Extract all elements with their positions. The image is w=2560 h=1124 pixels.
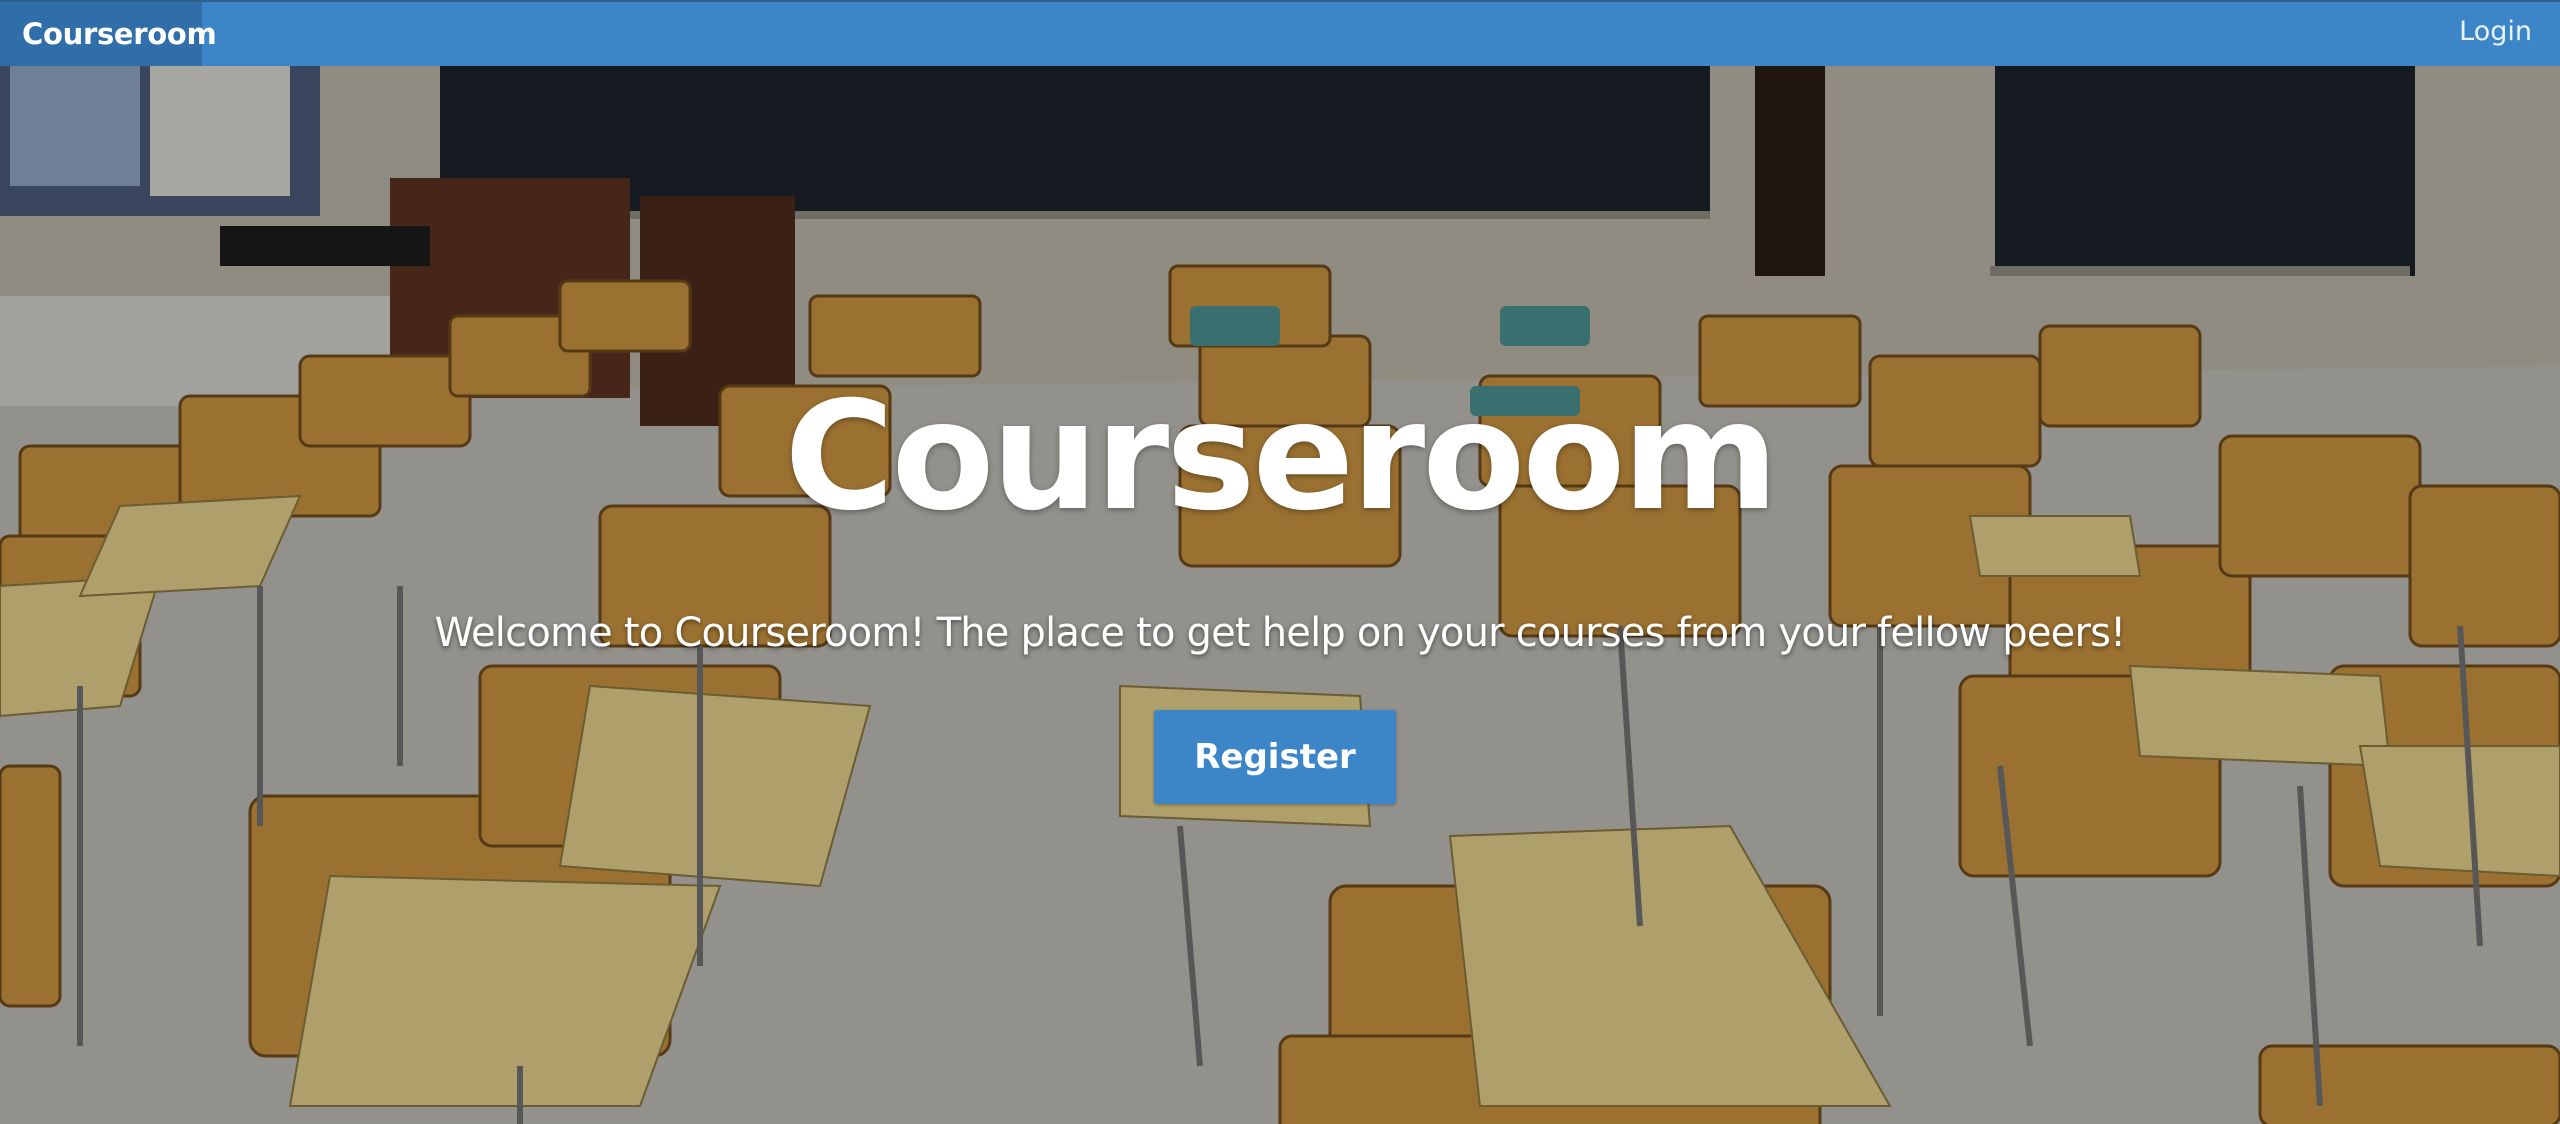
register-button[interactable]: Register <box>1154 710 1396 804</box>
top-navbar: Courseroom Login <box>0 0 2560 66</box>
hero-title: Courseroom <box>784 370 1778 544</box>
hero-section: Courseroom Welcome to Courseroom! The pl… <box>0 66 2560 1124</box>
hero-dim-overlay <box>0 66 2560 1124</box>
brand-link[interactable]: Courseroom <box>0 2 217 66</box>
login-link[interactable]: Login <box>2459 2 2532 66</box>
hero-subtitle: Welcome to Courseroom! The place to get … <box>434 610 2127 656</box>
